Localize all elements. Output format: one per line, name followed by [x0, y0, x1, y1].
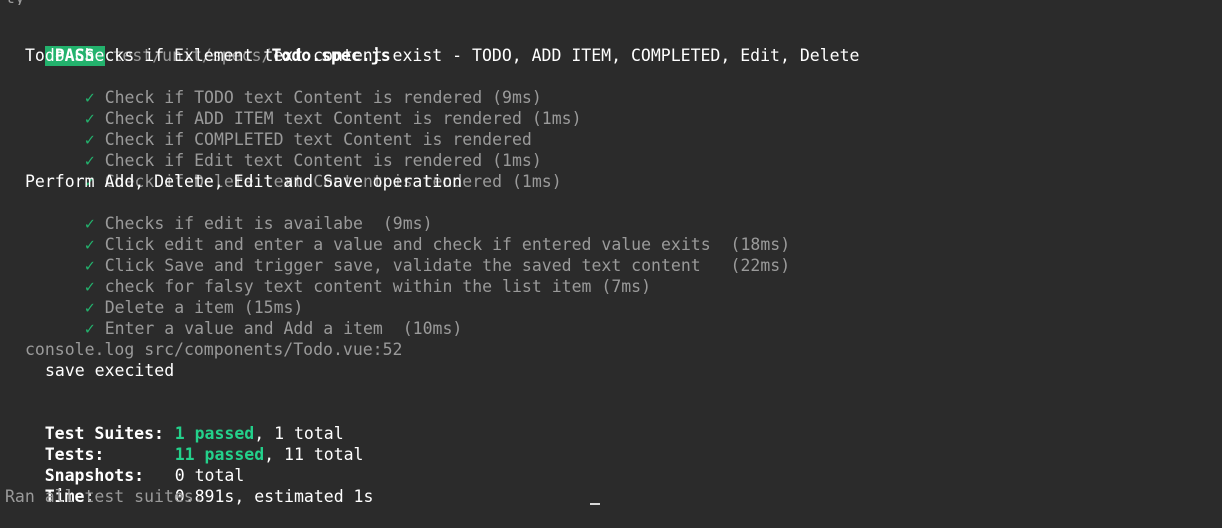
test-result: ✓ Check if Edit text Content is rendered …	[45, 129, 542, 170]
test-result: ✓ Check if TODO text Content is rendered …	[45, 66, 542, 107]
test-name: Enter a value and Add a item (10ms)	[104, 319, 463, 338]
test-result: ✓ Check if COMPLETED text Content is rend…	[45, 108, 532, 149]
test-result: ✓ check for falsy text content within the…	[45, 255, 651, 296]
test-result: ✓ Enter a value and Add a item (10ms)	[45, 297, 463, 338]
suite-title: Todo Checks if Exlement text content exi…	[25, 46, 860, 65]
test-result: ✓ Click edit and enter a value and check …	[45, 213, 790, 254]
test-result: ✓ Delete a item (15ms)	[45, 276, 304, 317]
summary-value: 0.891s, estimated 1s	[174, 487, 374, 506]
console-log-source: console.log src/components/Todo.vue:52	[25, 340, 403, 359]
summary-snapshots: Snapshots: 0 total	[5, 444, 245, 485]
test-result: ✓ Checks if edit is availabe (9ms)	[45, 192, 433, 233]
text-cursor	[590, 503, 600, 505]
previous-line-fragment: ty	[5, 0, 425, 5]
check-icon: ✓	[84, 319, 95, 338]
total-count: , 11 total	[264, 445, 364, 464]
test-result: ✓ Check if Delete text Content is rendere…	[45, 150, 562, 191]
summary-footer: Ran all test suites.	[5, 487, 204, 506]
terminal-output[interactable]: ty PASStest/unit/specs/Todo.spec.js Todo…	[5, 0, 1217, 507]
test-result: ✓ Click Save and trigger save, validate t…	[45, 234, 790, 275]
test-result: ✓ Check if ADD ITEM text Content is rende…	[45, 87, 582, 128]
summary-test-suites: Test Suites: 1 passed, 1 total	[5, 402, 344, 443]
summary-tests: Tests: 11 passed, 11 total	[5, 423, 364, 464]
suite-title: Perform Add, Delete, Edit and Save opera…	[25, 172, 463, 191]
summary-time: Time: 0.891s, estimated 1s	[5, 465, 374, 506]
console-log-message: save execited	[45, 361, 175, 380]
test-file-header: PASS test/unit/specs/Todo.spec.js	[5, 24, 391, 66]
